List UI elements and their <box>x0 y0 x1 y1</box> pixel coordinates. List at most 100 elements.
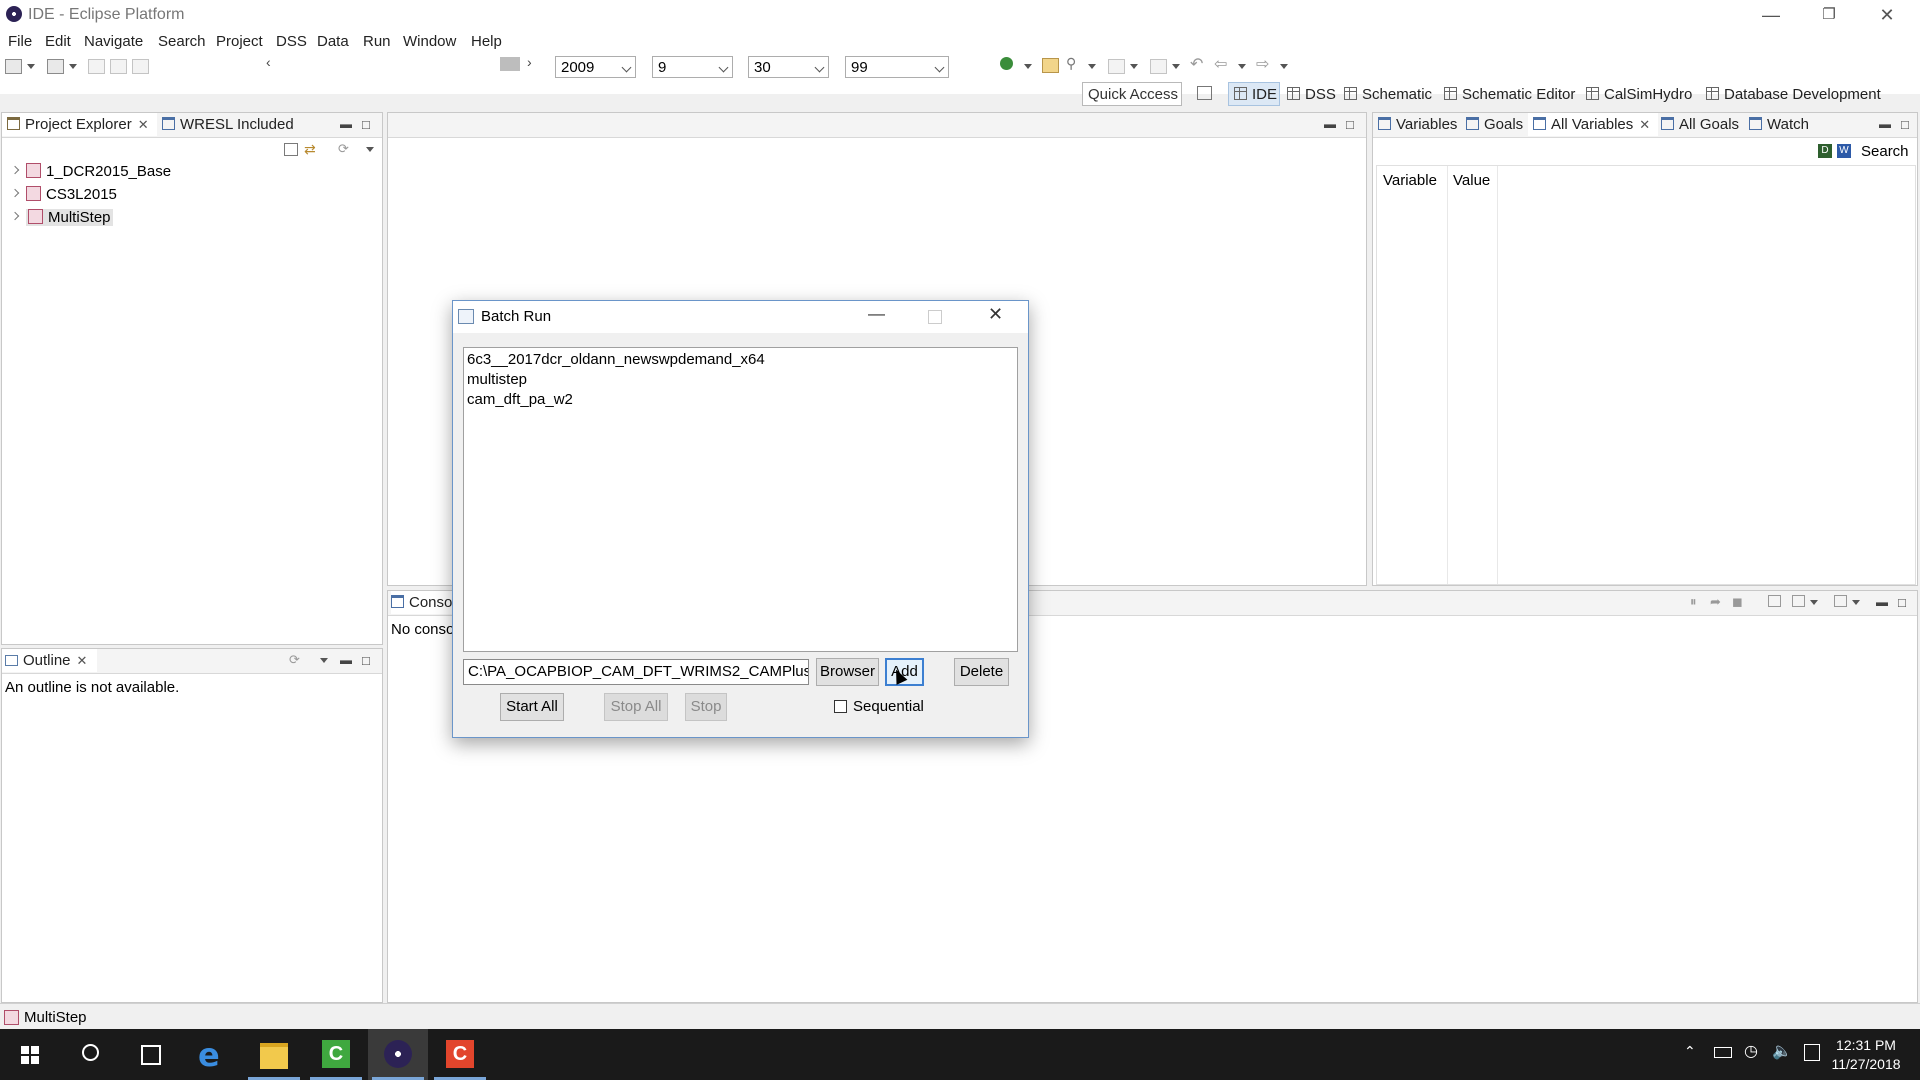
maximize-icon[interactable]: □ <box>362 117 370 132</box>
menu-edit[interactable]: Edit <box>45 33 71 50</box>
menu-dss[interactable]: DSS <box>276 33 307 50</box>
perspective-schematic-editor[interactable]: Schematic Editor <box>1444 86 1575 103</box>
year-select[interactable]: 2009 <box>555 56 636 78</box>
perspective-schematic[interactable]: Schematic <box>1344 86 1432 103</box>
tab-goals[interactable]: Goals <box>1466 113 1528 136</box>
menu-help[interactable]: Help <box>471 33 502 50</box>
chevron-down-icon[interactable] <box>1088 64 1096 69</box>
tab-watch[interactable]: Watch <box>1749 113 1815 136</box>
tree-item-1-dcr2015-base[interactable]: 1_DCR2015_Base <box>10 163 171 180</box>
batch-file-list[interactable]: 6c3__2017dcr_oldann_newswpdemand_x64 mul… <box>463 347 1018 652</box>
minimize-icon[interactable]: ▬ <box>1879 117 1891 131</box>
minimize-icon[interactable]: ▬ <box>340 653 352 667</box>
menu-file[interactable]: File <box>8 33 32 50</box>
expand-icon[interactable] <box>10 188 20 198</box>
chevron-up-icon[interactable]: ⌃ <box>1684 1043 1696 1060</box>
chevron-down-icon[interactable] <box>1172 64 1180 69</box>
dialog-maximize-button[interactable] <box>928 310 942 324</box>
chevron-down-icon[interactable] <box>1130 64 1138 69</box>
search-icon[interactable]: ⚲ <box>1066 55 1076 72</box>
perspective-database-development[interactable]: Database Development <box>1706 86 1881 103</box>
dss-icon[interactable]: D <box>1818 144 1832 158</box>
back-icon[interactable]: ⇦ <box>1214 54 1227 74</box>
maximize-icon[interactable]: □ <box>362 653 370 668</box>
tab-outline[interactable]: Outline ✕ <box>2 649 97 672</box>
maximize-icon[interactable]: □ <box>1898 595 1906 610</box>
view-menu-icon[interactable] <box>366 147 374 152</box>
minimize-icon[interactable]: ▬ <box>1324 117 1336 131</box>
minimize-window-button[interactable]: — <box>1742 0 1800 30</box>
browser-button[interactable]: Browser <box>816 658 879 686</box>
save-icon[interactable] <box>88 59 105 74</box>
stop-all-button[interactable]: Stop All <box>604 693 668 721</box>
eclipse-taskbar-button[interactable] <box>368 1029 428 1080</box>
notifications-icon[interactable] <box>1804 1044 1820 1061</box>
perspective-calsimhydro[interactable]: CalSimHydro <box>1586 86 1692 103</box>
chevron-down-icon[interactable] <box>69 64 77 69</box>
sync-icon[interactable]: ⟳ <box>289 652 300 668</box>
close-icon[interactable]: ✕ <box>77 653 88 668</box>
column-header-variable[interactable]: Variable <box>1383 172 1437 189</box>
menu-window[interactable]: Window <box>403 33 456 50</box>
column-header-value[interactable]: Value <box>1453 172 1490 189</box>
new-project-icon[interactable] <box>47 59 64 74</box>
menu-run[interactable]: Run <box>363 33 391 50</box>
last-edit-icon[interactable]: ↶ <box>1190 54 1203 74</box>
sync-icon[interactable]: ⟳ <box>338 141 349 157</box>
folder-icon[interactable] <box>1042 58 1059 73</box>
forward-icon[interactable]: ⇨ <box>1256 54 1269 74</box>
tree-item-cs3l2015[interactable]: CS3L2015 <box>10 186 117 203</box>
chevron-down-icon[interactable] <box>1810 600 1818 605</box>
chevron-down-icon[interactable] <box>1238 64 1246 69</box>
expand-icon[interactable] <box>10 165 20 175</box>
chevron-right-icon[interactable]: › <box>527 54 532 70</box>
maximize-icon[interactable]: □ <box>1901 117 1909 132</box>
pin-console-icon[interactable] <box>1768 595 1781 607</box>
minimize-icon[interactable]: ▬ <box>340 117 352 131</box>
terminate-icon[interactable]: ◼ <box>1732 594 1743 610</box>
collapse-all-icon[interactable] <box>284 143 298 156</box>
next-annotation-icon[interactable] <box>1108 59 1125 74</box>
month-select[interactable]: 9 <box>652 56 733 78</box>
prev-annotation-icon[interactable] <box>1150 59 1167 74</box>
restore-window-button[interactable]: ❐ <box>1800 0 1858 30</box>
file-explorer-button[interactable] <box>244 1029 304 1080</box>
open-perspective-icon[interactable] <box>1197 86 1212 100</box>
task-view-button[interactable] <box>120 1029 180 1080</box>
tab-all-variables[interactable]: All Variables ✕ <box>1528 113 1658 136</box>
edge-button[interactable]: e <box>182 1029 242 1080</box>
path-input[interactable]: C:\PA_OCAPBIOP_CAM_DFT_WRIMS2_CAMPlus_x6… <box>463 659 809 685</box>
close-icon[interactable]: ✕ <box>138 117 149 132</box>
chevron-down-icon[interactable] <box>1852 600 1860 605</box>
search-button[interactable]: Search <box>1861 143 1909 160</box>
tree-item-multistep[interactable]: MultiStep <box>10 209 113 226</box>
perspective-dss[interactable]: DSS <box>1287 86 1336 103</box>
quick-access-input[interactable]: Quick Access <box>1082 82 1182 106</box>
print-icon[interactable] <box>132 59 149 74</box>
expand-icon[interactable] <box>10 211 20 221</box>
list-item[interactable]: multistep <box>467 371 527 388</box>
wresl-icon[interactable]: W <box>1837 144 1851 158</box>
step-icon[interactable]: ➦ <box>1710 594 1721 610</box>
dialog-close-button[interactable]: ✕ <box>988 304 1003 325</box>
close-icon[interactable]: ✕ <box>1639 117 1650 132</box>
save-all-icon[interactable] <box>110 59 127 74</box>
open-console-icon[interactable] <box>1834 595 1847 607</box>
day-select[interactable]: 30 <box>748 56 829 78</box>
close-window-button[interactable]: ✕ <box>1858 0 1916 30</box>
start-button[interactable] <box>0 1029 60 1080</box>
pause-icon[interactable]: ⏸ <box>1690 594 1697 610</box>
wifi-icon[interactable]: ◷ <box>1744 1041 1758 1061</box>
sequential-checkbox[interactable] <box>834 700 847 713</box>
new-icon[interactable] <box>5 59 22 74</box>
menu-project[interactable]: Project <box>216 33 263 50</box>
list-item[interactable]: 6c3__2017dcr_oldann_newswpdemand_x64 <box>467 351 765 368</box>
chevron-down-icon[interactable] <box>1280 64 1288 69</box>
clock-time[interactable]: 12:31 PM <box>1826 1037 1906 1053</box>
tab-wresl-included[interactable]: WRESL Included <box>162 113 297 136</box>
stop-button[interactable]: Stop <box>685 693 727 721</box>
view-menu-icon[interactable] <box>320 658 328 663</box>
tab-variables[interactable]: Variables <box>1378 113 1464 136</box>
chevron-down-icon[interactable] <box>1024 64 1032 69</box>
start-all-button[interactable]: Start All <box>500 693 564 721</box>
